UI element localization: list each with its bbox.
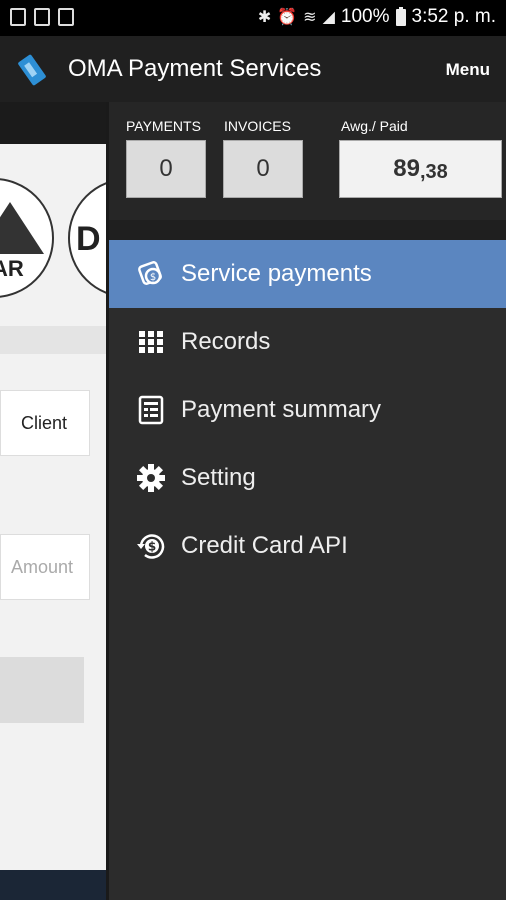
avg-paid-decimal: ,38	[419, 160, 448, 183]
menu-item-label: Setting	[181, 464, 256, 491]
battery-percent: 100%	[340, 6, 390, 27]
payments-count: 0	[126, 140, 206, 198]
navigation-drawer: PAYMENTS INVOICES Awg./ Paid 0 0 89,38 $…	[106, 102, 506, 900]
company-logo-1[interactable]: AR	[0, 178, 54, 298]
app-logo-icon	[18, 54, 46, 86]
menu-item-payment-summary[interactable]: Payment summary	[109, 376, 506, 444]
avg-paid-integer: 89	[393, 155, 420, 182]
service-payments-icon: $	[135, 258, 167, 290]
menu-item-label: Payment summary	[181, 396, 382, 423]
divider-band	[0, 326, 106, 354]
system-status: ✱ ⏰ ≋ ◢ 100% 3:52 p. m.	[258, 6, 496, 28]
menu-item-label: Service payments	[181, 260, 372, 287]
app-title: OMA Payment Services	[68, 55, 322, 82]
company-logo-2[interactable]: D	[68, 178, 106, 298]
receipt-icon	[135, 394, 167, 426]
menu-item-label: Credit Card API	[181, 532, 348, 559]
alarm-icon: ⏰	[277, 9, 298, 26]
clock: 3:52 p. m.	[411, 6, 497, 27]
app-bar: OMA Payment Services Menu	[0, 36, 506, 102]
notification-calendar-icon	[58, 8, 74, 26]
main-topbar	[0, 102, 106, 144]
invoices-count: 0	[223, 140, 303, 198]
menu-item-records[interactable]: Records	[109, 308, 506, 376]
menu-item-setting[interactable]: Setting	[109, 444, 506, 512]
wifi-icon: ≋	[303, 9, 317, 26]
menu-item-label: Records	[181, 328, 271, 355]
logo-text-2: D	[76, 220, 101, 258]
bluetooth-icon: ✱	[257, 9, 272, 26]
status-bar: ✱ ⏰ ≋ ◢ 100% 3:52 p. m.	[0, 0, 506, 36]
action-area[interactable]	[0, 657, 84, 723]
invoices-label: INVOICES	[224, 118, 291, 134]
menu-button[interactable]: Menu	[446, 60, 490, 80]
main-content: AR D Client Amount	[0, 102, 106, 900]
logo-text-1: AR	[0, 256, 24, 281]
svg-text:$: $	[148, 540, 156, 554]
notification-chart-icon	[10, 8, 26, 26]
amount-field[interactable]: Amount	[0, 534, 90, 600]
main-bottom-bar	[0, 870, 106, 900]
menu-item-service-payments[interactable]: $ Service payments	[109, 240, 506, 308]
main-content-area: AR D Client Amount	[0, 144, 106, 870]
battery-icon	[395, 6, 406, 26]
notification-icons	[10, 8, 74, 26]
avg-paid-value: 89,38	[339, 140, 502, 198]
svg-text:$: $	[150, 272, 156, 283]
stats-panel: PAYMENTS INVOICES Awg./ Paid 0 0 89,38	[109, 102, 506, 220]
grid-icon	[135, 326, 167, 358]
client-field[interactable]: Client	[0, 390, 90, 456]
mountain-icon	[0, 202, 44, 254]
avg-paid-label: Awg./ Paid	[341, 118, 408, 134]
signal-icon: ◢	[322, 9, 335, 26]
drawer-menu: $ Service payments Records Payment summa…	[109, 240, 506, 580]
notification-image-icon	[34, 8, 50, 26]
menu-item-credit-card-api[interactable]: $ Credit Card API	[109, 512, 506, 580]
dollar-refresh-icon: $	[135, 530, 167, 562]
drawer-separator	[109, 220, 506, 240]
gear-icon	[135, 462, 167, 494]
payments-label: PAYMENTS	[126, 118, 201, 134]
